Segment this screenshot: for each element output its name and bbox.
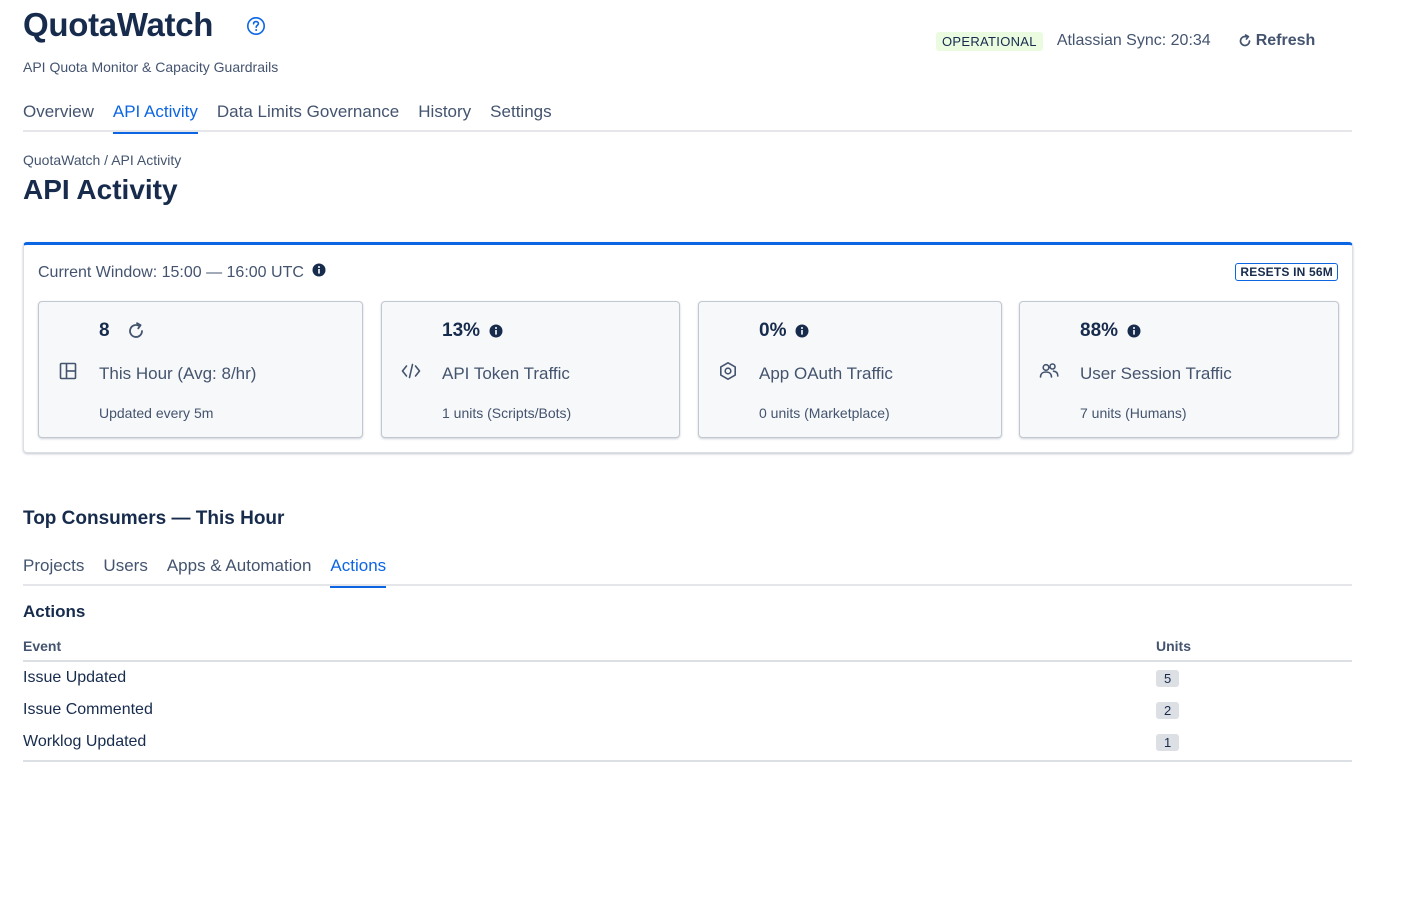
stat-label: API Token Traffic: [442, 364, 570, 383]
header-status-area: OPERATIONAL Atlassian Sync: 20:34 Refres…: [936, 30, 1315, 52]
stat-value: 13%: [442, 320, 481, 341]
table-bottom-border: [23, 760, 1352, 762]
stat-value-row: 8: [99, 320, 146, 342]
app-title: QuotaWatch: [23, 6, 214, 43]
users-icon: [1038, 360, 1060, 382]
table-title: Actions: [23, 602, 86, 621]
event-cell: Issue Updated: [23, 669, 127, 686]
refresh-label: Refresh: [1255, 32, 1316, 49]
layout-panel-icon: [57, 360, 79, 382]
sync-status: Atlassian Sync: 20:34: [1056, 32, 1211, 49]
info-icon[interactable]: [795, 324, 809, 338]
stat-sub: 7 units (Humans): [1080, 405, 1187, 421]
actions-table: Event Units Issue Updated 5 Issue Commen…: [23, 636, 1352, 762]
refresh-button[interactable]: Refresh: [1238, 32, 1316, 50]
tab-users[interactable]: Users: [103, 556, 147, 586]
units-badge: 2: [1156, 702, 1180, 719]
hexagon-icon: [717, 360, 739, 382]
stat-value-row: 0%: [759, 320, 809, 342]
table-row: Issue Updated 5: [23, 662, 1352, 694]
current-window-label-row: Current Window: 15:00 — 16:00 UTC: [38, 263, 326, 282]
refresh-icon: [1239, 34, 1251, 47]
app-subtitle: API Quota Monitor & Capacity Guardrails: [23, 59, 279, 75]
event-cell: Worklog Updated: [23, 733, 147, 750]
tab-apps-automation[interactable]: Apps & Automation: [167, 556, 312, 586]
current-window-panel: Current Window: 15:00 — 16:00 UTC RESETS…: [23, 242, 1353, 453]
stat-sub: 1 units (Scripts/Bots): [442, 405, 572, 421]
stat-label: This Hour (Avg: 8/hr): [99, 364, 257, 383]
tab-api-activity[interactable]: API Activity: [112, 102, 198, 134]
consumers-tabs: Projects Users Apps & Automation Actions: [23, 556, 1352, 588]
page-title: API Activity: [23, 174, 178, 205]
status-badge: OPERATIONAL: [936, 31, 1043, 51]
tab-settings[interactable]: Settings: [490, 102, 551, 132]
stat-card-api-token-traffic: 13% API Token Traffic 1 units (Scripts/B…: [381, 301, 680, 438]
info-icon[interactable]: [489, 324, 503, 338]
stat-value-row: 88%: [1080, 320, 1141, 342]
tab-data-limits-governance[interactable]: Data Limits Governance: [217, 102, 399, 132]
units-badge: 1: [1156, 734, 1180, 751]
stat-card-user-session-traffic: 88% User Session Traffic 7 units (Humans…: [1019, 301, 1339, 438]
info-icon[interactable]: [312, 263, 326, 282]
tab-actions[interactable]: Actions: [330, 556, 386, 588]
tab-history[interactable]: History: [418, 102, 471, 132]
column-header-event[interactable]: Event: [23, 638, 61, 654]
stat-value-row: 13%: [442, 320, 503, 342]
current-window-label: Current Window: 15:00 — 16:00 UTC: [38, 263, 304, 281]
units-badge: 5: [1156, 670, 1180, 687]
stat-card-app-oauth-traffic: 0% App OAuth Traffic 0 units (Marketplac…: [698, 301, 1002, 438]
stat-value: 0%: [759, 320, 787, 341]
stat-label: User Session Traffic: [1080, 364, 1232, 383]
table-row: Issue Commented 2: [23, 694, 1352, 726]
main-nav-tabs: Overview API Activity Data Limits Govern…: [23, 102, 1352, 134]
reload-icon[interactable]: [126, 321, 146, 341]
stat-sub: Updated every 5m: [99, 405, 214, 421]
tab-overview[interactable]: Overview: [23, 102, 94, 132]
question-circle-icon[interactable]: [246, 16, 266, 36]
tab-projects[interactable]: Projects: [23, 556, 84, 586]
stat-card-this-hour: 8 This Hour (Avg: 8/hr) Updated every 5m: [38, 301, 363, 438]
breadcrumb: QuotaWatch / API Activity: [23, 152, 182, 168]
stat-sub: 0 units (Marketplace): [759, 405, 890, 421]
stat-value: 88%: [1080, 320, 1119, 341]
info-icon[interactable]: [1127, 324, 1141, 338]
stat-label: App OAuth Traffic: [759, 364, 893, 383]
event-cell: Issue Commented: [23, 701, 153, 718]
table-header: Event Units: [23, 636, 1352, 662]
resets-badge: RESETS IN 56M: [1235, 263, 1338, 281]
table-row: Worklog Updated 1: [23, 726, 1352, 758]
top-consumers-title: Top Consumers — This Hour: [23, 508, 285, 529]
code-icon: [400, 360, 422, 382]
stat-value: 8: [99, 320, 110, 341]
column-header-units[interactable]: Units: [1156, 638, 1191, 654]
